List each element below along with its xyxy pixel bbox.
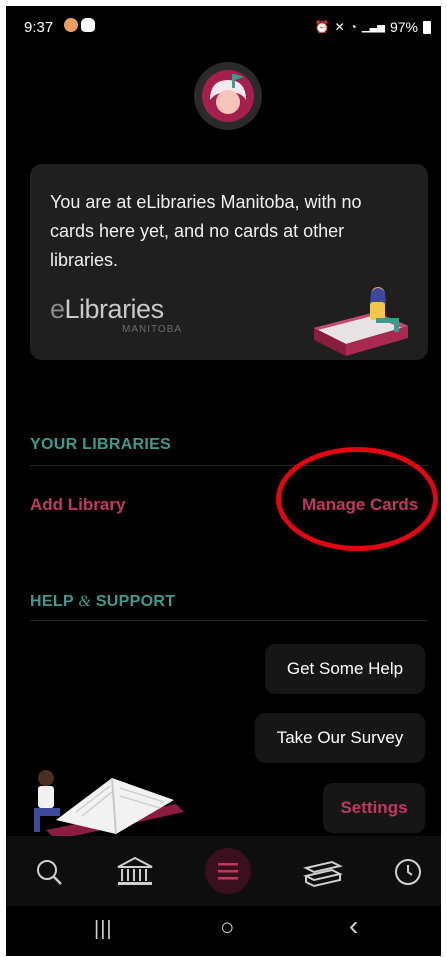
wifi-icon: ◔ bbox=[349, 20, 357, 34]
libby-face-icon bbox=[202, 70, 254, 122]
reader-on-book-illustration bbox=[314, 287, 408, 356]
manage-cards-highlight-circle bbox=[276, 447, 438, 551]
system-navigation: ||| ○ ‹ bbox=[6, 906, 441, 956]
help-support-heading: HELP & SUPPORT bbox=[30, 593, 176, 610]
search-icon[interactable] bbox=[27, 850, 71, 894]
snapchat-icon bbox=[81, 18, 95, 32]
status-time: 9:37 bbox=[24, 19, 54, 36]
home-button[interactable]: ○ bbox=[220, 914, 235, 942]
divider bbox=[30, 620, 428, 621]
get-some-help-button[interactable]: Get Some Help bbox=[265, 644, 425, 694]
battery-icon bbox=[423, 20, 431, 34]
app-screen: 9:37 ⏰ ✕ ◔ ▁▃▅ 97% You are at eLibraries… bbox=[6, 6, 441, 956]
back-button[interactable]: ‹ bbox=[349, 910, 358, 942]
settings-button[interactable]: Settings bbox=[323, 783, 425, 833]
your-libraries-heading: YOUR LIBRARIES bbox=[30, 436, 172, 453]
library-icon[interactable] bbox=[113, 850, 157, 894]
status-right: ⏰ ✕ ◔ ▁▃▅ 97% bbox=[315, 19, 431, 35]
take-our-survey-button[interactable]: Take Our Survey bbox=[255, 713, 425, 763]
battery-percent: 97% bbox=[389, 19, 418, 35]
elibraries-logo-sub: MANITOBA bbox=[122, 324, 183, 335]
books-icon[interactable] bbox=[301, 850, 345, 894]
library-status-message: You are at eLibraries Manitoba, with no … bbox=[50, 192, 362, 270]
add-library-link[interactable]: Add Library bbox=[30, 495, 125, 515]
alarm-icon: ⏰ bbox=[314, 20, 330, 34]
recents-button[interactable]: ||| bbox=[94, 918, 113, 941]
notification-icons bbox=[64, 18, 95, 32]
mute-icon: ✕ bbox=[334, 20, 345, 34]
menu-icon[interactable] bbox=[205, 848, 251, 894]
elibraries-logo: eLibraries bbox=[50, 294, 164, 324]
library-info-card: You are at eLibraries Manitoba, with no … bbox=[30, 164, 428, 360]
clock-icon[interactable] bbox=[386, 850, 430, 894]
status-bar: 9:37 ⏰ ✕ ◔ ▁▃▅ 97% bbox=[6, 6, 441, 48]
libby-logo[interactable] bbox=[194, 62, 262, 130]
bottom-navigation bbox=[6, 836, 441, 906]
app-notification-icon bbox=[64, 18, 78, 32]
signal-icon: ▁▃▅ bbox=[361, 21, 385, 33]
reader-with-open-book-illustration bbox=[34, 770, 184, 840]
